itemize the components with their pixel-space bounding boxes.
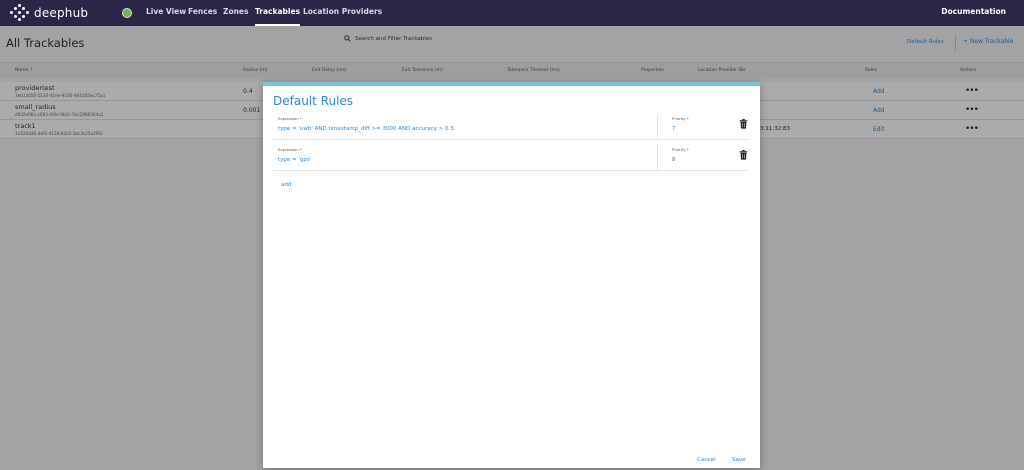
dialog-title: Default Rules	[273, 94, 354, 108]
expression-label: Expression *	[278, 147, 302, 152]
rule-row: Expression * type = 'uwb' AND timestamp_…	[273, 114, 749, 140]
nav-location-providers[interactable]: Location Providers	[303, 0, 382, 26]
nav-fences[interactable]: Fences	[188, 0, 217, 26]
nav-live-view[interactable]: Live View	[146, 0, 186, 26]
priority-label: Priority *	[672, 116, 689, 121]
priority-field[interactable]: Priority * 8	[657, 145, 729, 171]
top-navigation-bar: deephub Live View Fences Zones Trackable…	[0, 0, 1024, 26]
priority-input[interactable]: 7	[672, 126, 676, 132]
logo-text: deephub	[34, 6, 89, 20]
expression-label: Expression *	[278, 116, 302, 121]
default-rules-dialog: Default Rules Expression * type = 'uwb' …	[263, 82, 760, 468]
rule-row: Expression * type = 'gps' Priority * 8	[273, 145, 749, 171]
expression-input[interactable]: type = 'gps'	[278, 157, 311, 163]
nav-trackables[interactable]: Trackables	[255, 0, 301, 26]
delete-rule-icon[interactable]	[739, 150, 748, 160]
priority-input[interactable]: 8	[672, 157, 676, 163]
logo-dots-icon	[8, 3, 30, 23]
deephub-logo[interactable]: deephub	[8, 3, 88, 23]
cancel-button[interactable]: Cancel	[697, 457, 716, 463]
nav-zones[interactable]: Zones	[223, 0, 248, 26]
save-button[interactable]: Save	[732, 457, 746, 463]
add-rule-button[interactable]: add	[281, 182, 291, 188]
documentation-link[interactable]: Documentation	[941, 0, 1006, 26]
delete-rule-icon[interactable]	[739, 119, 748, 129]
priority-field[interactable]: Priority * 7	[657, 114, 729, 140]
priority-label: Priority *	[672, 147, 689, 152]
connection-status-icon	[122, 8, 132, 18]
expression-input[interactable]: type = 'uwb' AND timestamp_diff >= 3000 …	[278, 126, 454, 132]
